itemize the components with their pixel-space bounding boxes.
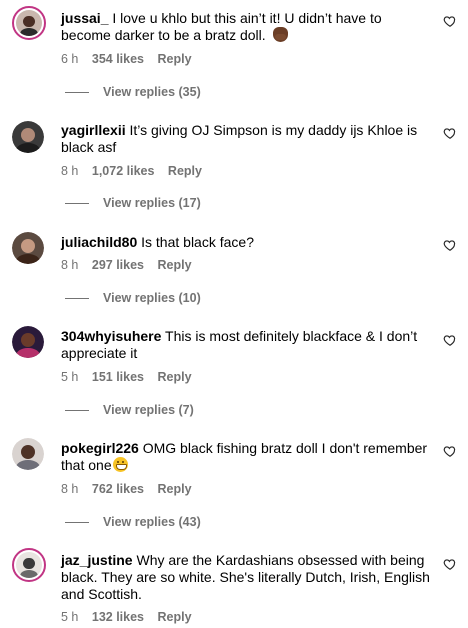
divider-line bbox=[65, 522, 89, 524]
comment-likes[interactable]: 132 likes bbox=[92, 610, 144, 624]
view-replies-button[interactable]: View replies (17) bbox=[65, 196, 201, 211]
reply-button[interactable]: Reply bbox=[158, 370, 192, 384]
comment-username[interactable]: pokegirl226 bbox=[61, 440, 139, 456]
avatar[interactable] bbox=[12, 121, 44, 153]
avatar[interactable] bbox=[12, 548, 46, 582]
reply-button[interactable]: Reply bbox=[158, 610, 192, 624]
comment-username[interactable]: 304whyisuhere bbox=[61, 328, 161, 344]
comment-username[interactable]: jussai_ bbox=[61, 10, 108, 26]
reply-button[interactable]: Reply bbox=[158, 482, 192, 496]
view-replies-label: View replies (7) bbox=[103, 403, 194, 417]
comment-body: Is that black face? bbox=[141, 234, 254, 250]
comment-time: 8 h bbox=[61, 482, 79, 496]
comment-text: jaz_justine Why are the Kardashians obse… bbox=[61, 552, 431, 603]
comment-meta: 6 h 354 likes Reply bbox=[61, 52, 202, 67]
view-replies-button[interactable]: View replies (7) bbox=[65, 403, 194, 418]
avatar[interactable] bbox=[12, 438, 44, 470]
heart-icon[interactable] bbox=[443, 557, 457, 571]
heart-icon[interactable] bbox=[443, 444, 457, 458]
heart-icon[interactable] bbox=[443, 333, 457, 347]
comment-text: 304whyisuhere This is most definitely bl… bbox=[61, 328, 431, 362]
comment-text: juliachild80 Is that black face? bbox=[61, 234, 431, 251]
comment-time: 8 h bbox=[61, 164, 79, 178]
comment-likes[interactable]: 151 likes bbox=[92, 370, 144, 384]
view-replies-button[interactable]: View replies (43) bbox=[65, 515, 201, 530]
facepalm-emoji-icon bbox=[272, 27, 288, 42]
view-replies-button[interactable]: View replies (10) bbox=[65, 291, 201, 306]
comment-likes[interactable]: 1,072 likes bbox=[92, 164, 155, 178]
heart-icon[interactable] bbox=[443, 14, 457, 28]
reply-button[interactable]: Reply bbox=[158, 52, 192, 66]
avatar[interactable] bbox=[12, 326, 44, 358]
avatar[interactable] bbox=[12, 232, 44, 264]
view-replies-label: View replies (43) bbox=[103, 515, 201, 529]
comment-username[interactable]: juliachild80 bbox=[61, 234, 137, 250]
comment-body: I love u khlo but this ain’t it! U didn’… bbox=[61, 10, 382, 43]
comment-likes[interactable]: 297 likes bbox=[92, 258, 144, 272]
comment-meta: 8 h 1,072 likes Reply bbox=[61, 164, 212, 179]
divider-line bbox=[65, 298, 89, 300]
divider-line bbox=[65, 203, 89, 205]
comment-time: 6 h bbox=[61, 52, 79, 66]
comment-text: jussai_ I love u khlo but this ain’t it!… bbox=[61, 10, 431, 44]
comment-time: 8 h bbox=[61, 258, 79, 272]
reply-button[interactable]: Reply bbox=[158, 258, 192, 272]
view-replies-label: View replies (35) bbox=[103, 85, 201, 99]
heart-icon[interactable] bbox=[443, 238, 457, 252]
divider-line bbox=[65, 92, 89, 94]
comment-time: 5 h bbox=[61, 370, 79, 384]
heart-icon[interactable] bbox=[443, 126, 457, 140]
reply-button[interactable]: Reply bbox=[168, 164, 202, 178]
comment-time: 5 h bbox=[61, 610, 79, 624]
comment-meta: 5 h 151 likes Reply bbox=[61, 370, 202, 385]
comment-likes[interactable]: 354 likes bbox=[92, 52, 144, 66]
divider-line bbox=[65, 410, 89, 412]
view-replies-label: View replies (10) bbox=[103, 291, 201, 305]
grin-emoji-icon bbox=[112, 457, 128, 472]
comment-meta: 8 h 762 likes Reply bbox=[61, 482, 202, 497]
comment-text: pokegirl226 OMG black fishing bratz doll… bbox=[61, 440, 431, 474]
comment-text: yagirllexii It’s giving OJ Simpson is my… bbox=[61, 122, 431, 156]
view-replies-label: View replies (17) bbox=[103, 196, 201, 210]
comment-meta: 5 h 132 likes Reply bbox=[61, 610, 202, 625]
comment-username[interactable]: yagirllexii bbox=[61, 122, 126, 138]
comment-username[interactable]: jaz_justine bbox=[61, 552, 133, 568]
comment-likes[interactable]: 762 likes bbox=[92, 482, 144, 496]
avatar[interactable] bbox=[12, 6, 46, 40]
view-replies-button[interactable]: View replies (35) bbox=[65, 85, 201, 100]
comment-meta: 8 h 297 likes Reply bbox=[61, 258, 202, 273]
